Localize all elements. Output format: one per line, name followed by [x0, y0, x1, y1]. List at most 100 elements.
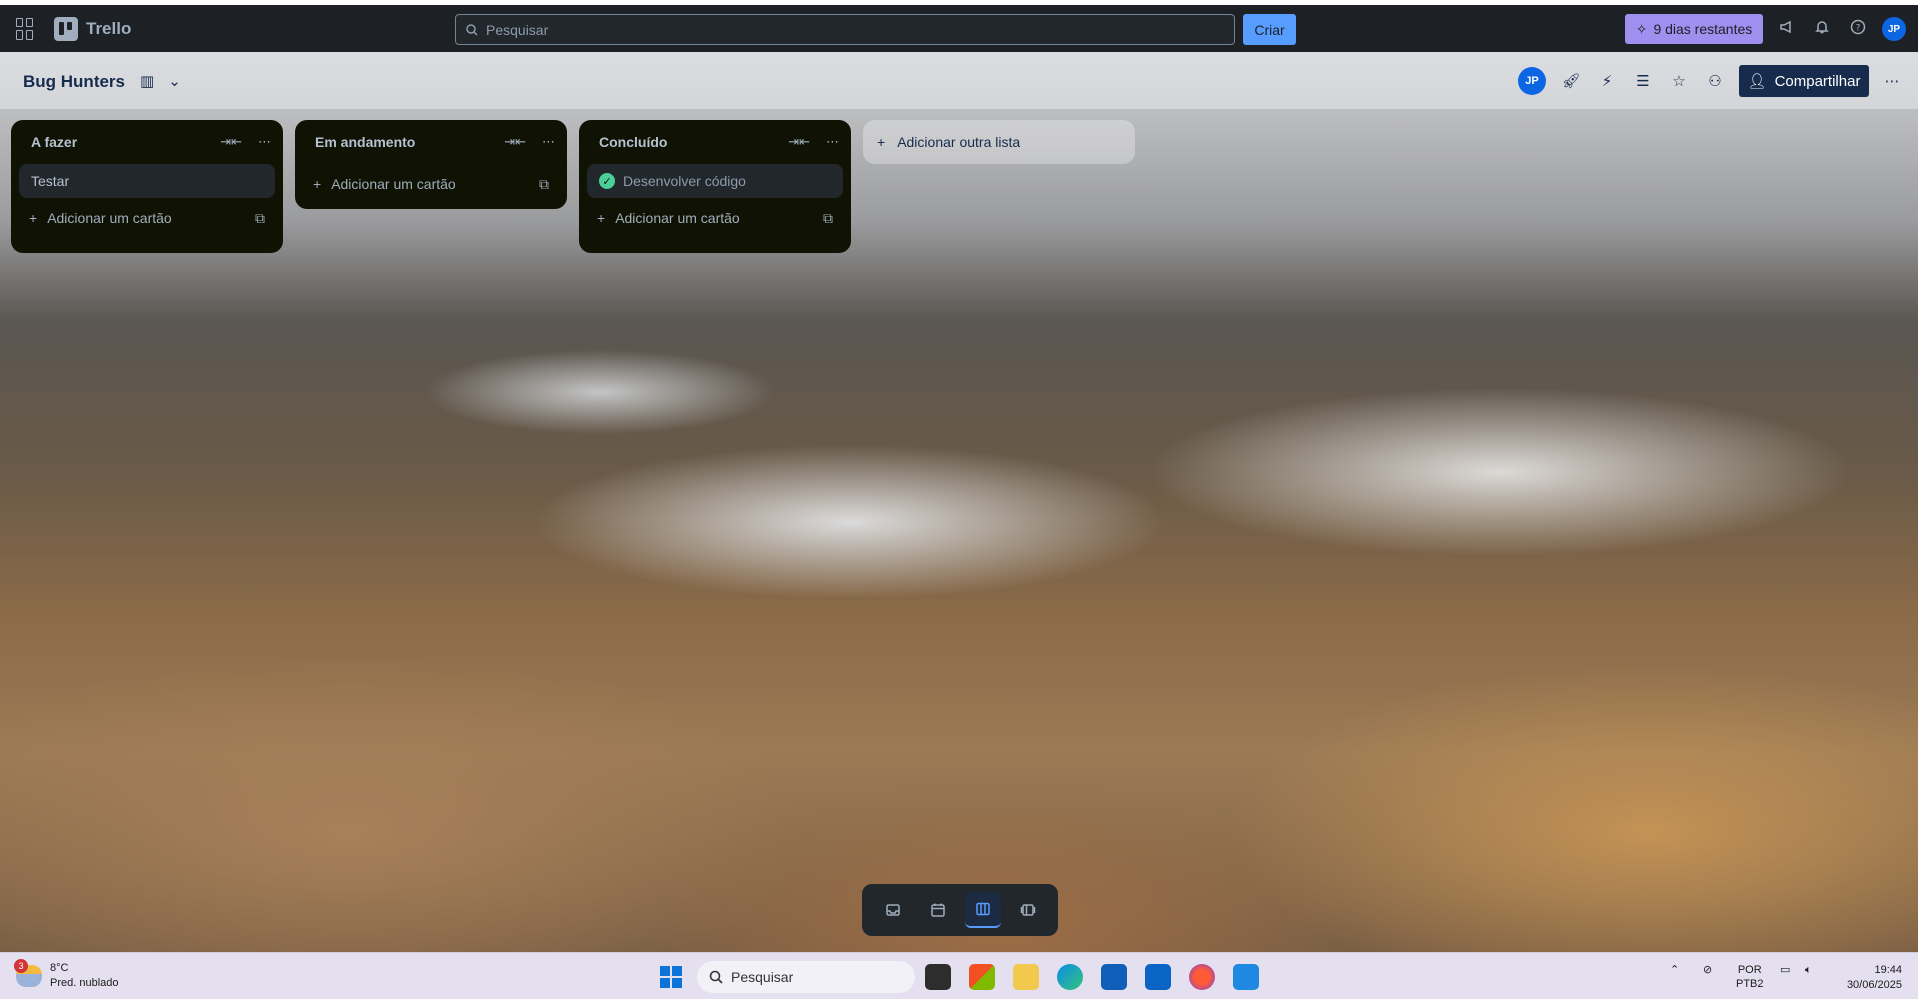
check-complete-icon[interactable]: ✓ — [599, 173, 615, 189]
share-label: Compartilhar — [1774, 72, 1861, 90]
collapse-icon[interactable]: ⇥⇤ — [504, 134, 526, 150]
system-clock[interactable]: 19:44 30/06/2025 — [1830, 963, 1902, 993]
list-header: Concluído ⇥⇤ ⋯ — [579, 120, 851, 164]
collapse-icon[interactable]: ⇥⇤ — [788, 134, 810, 150]
add-card-label: Adicionar um cartão — [615, 210, 740, 226]
board-view-icon: ▥ — [140, 73, 155, 90]
plus-icon: + — [877, 134, 886, 150]
search-placeholder: Pesquisar — [486, 21, 549, 38]
chevron-down-icon: ⌄ — [168, 73, 181, 90]
add-card-label: Adicionar um cartão — [47, 210, 172, 226]
task-view-icon[interactable] — [925, 964, 951, 990]
add-user-icon: 👤︎ — [1747, 73, 1767, 90]
trial-label: 9 dias restantes — [1653, 21, 1753, 37]
show-hidden-icons-icon[interactable]: ⌃ — [1670, 963, 1679, 977]
firefox-icon[interactable] — [1189, 964, 1215, 990]
microsoft-store-icon[interactable] — [1101, 964, 1127, 990]
list-title[interactable]: A fazer — [31, 134, 77, 150]
taskbar-search-label: Pesquisar — [731, 969, 794, 985]
add-list-button[interactable]: + Adicionar outra lista — [863, 120, 1135, 164]
sparkle-icon: ✧ — [1635, 20, 1648, 37]
view-switcher — [862, 884, 1058, 936]
search-icon — [709, 970, 723, 984]
template-icon[interactable]: ⧉ — [255, 210, 265, 227]
trello-logo-icon — [54, 16, 78, 41]
network-offline-icon[interactable]: ⊘ — [1703, 963, 1712, 977]
weather-description: Pred. nublado — [50, 977, 119, 989]
board-title[interactable]: Bug Hunters — [23, 72, 125, 92]
search-input[interactable]: Pesquisar — [455, 14, 1235, 45]
language-code: POR — [1737, 964, 1762, 976]
vscode-icon[interactable] — [1233, 964, 1259, 990]
keyboard-layout: PTB2 — [1736, 978, 1764, 990]
plus-icon: + — [313, 176, 322, 192]
board-member-avatar[interactable]: JP — [1518, 67, 1546, 95]
more-icon[interactable]: ⋯ — [542, 134, 555, 150]
add-list-label: Adicionar outra lista — [897, 134, 1021, 150]
display-icon[interactable]: ▭ — [1780, 963, 1790, 977]
create-button[interactable]: Criar — [1243, 14, 1296, 45]
plus-icon: + — [29, 210, 38, 226]
trial-button[interactable]: ✧ 9 dias restantes — [1625, 14, 1763, 44]
list-a-fazer: A fazer ⇥⇤ ⋯ Testar + Adicionar um cartão… — [11, 120, 283, 253]
power-ups-icon[interactable]: 🚀︎ — [1561, 72, 1581, 92]
card-title: Testar — [31, 173, 70, 189]
more-icon[interactable]: ⋯ — [826, 134, 839, 150]
trello-logo[interactable]: Trello — [54, 16, 132, 41]
user-avatar[interactable]: JP — [1882, 17, 1906, 41]
board-background-image — [0, 52, 1918, 952]
volume-icon[interactable]: 🔈︎ — [1805, 963, 1812, 977]
app-name: Trello — [86, 18, 132, 38]
clock-date: 30/06/2025 — [1846, 979, 1902, 991]
filter-icon[interactable]: ☰ — [1633, 72, 1653, 92]
more-icon[interactable]: ⋯ — [1882, 72, 1902, 92]
search-icon — [466, 23, 478, 36]
calendar-icon[interactable] — [920, 892, 956, 928]
outlook-icon[interactable] — [1145, 964, 1171, 990]
inbox-icon[interactable] — [875, 892, 911, 928]
board-icon[interactable] — [964, 892, 1001, 928]
more-icon[interactable]: ⋯ — [258, 134, 271, 150]
template-icon[interactable]: ⧉ — [823, 210, 833, 227]
microsoft-365-icon[interactable] — [969, 964, 995, 990]
card[interactable]: Testar — [19, 164, 275, 198]
help-icon[interactable]: ? — [1848, 19, 1868, 39]
windows-taskbar: 3 8°C Pred. nublado Pesquisar ⌃ ⊘ POR PT… — [0, 952, 1918, 999]
edge-icon[interactable] — [1057, 964, 1083, 990]
card-title: Desenvolver código — [623, 173, 746, 189]
star-icon[interactable]: ☆ — [1669, 72, 1689, 92]
taskbar-search[interactable]: Pesquisar — [697, 961, 915, 993]
board-header: Bug Hunters ▥ ⌄ JP 🚀︎ ⚡︎ ☰ ☆ ⚇ 👤︎ Compar… — [0, 52, 1918, 109]
plus-icon: + — [597, 210, 606, 226]
collapse-icon[interactable]: ⇥⇤ — [220, 134, 242, 150]
language-indicator[interactable]: POR PTB2 — [1736, 963, 1764, 991]
file-explorer-icon[interactable] — [1013, 964, 1039, 990]
notification-badge: 3 — [14, 959, 28, 973]
add-card-button[interactable]: + Adicionar um cartão ⧉ — [11, 198, 283, 238]
list-concluido: Concluído ⇥⇤ ⋯ ✓ Desenvolver código + Adi… — [579, 120, 851, 253]
cloudy-weather-icon: 3 — [14, 959, 42, 987]
add-card-button[interactable]: + Adicionar um cartão ⧉ — [295, 164, 567, 204]
app-switcher-icon[interactable] — [16, 17, 38, 40]
megaphone-icon[interactable] — [1777, 19, 1797, 39]
list-header: A fazer ⇥⇤ ⋯ — [11, 120, 283, 164]
weather-temperature: 8°C — [50, 962, 69, 974]
share-button[interactable]: 👤︎ Compartilhar — [1739, 65, 1869, 97]
windows-start-icon[interactable] — [660, 966, 682, 988]
clock-time: 19:44 — [1874, 964, 1902, 976]
switch-boards-icon[interactable] — [1010, 892, 1046, 928]
add-card-button[interactable]: + Adicionar um cartão ⧉ — [579, 198, 851, 238]
add-card-label: Adicionar um cartão — [331, 176, 456, 192]
list-header: Em andamento ⇥⇤ ⋯ — [295, 120, 567, 164]
list-title[interactable]: Concluído — [599, 134, 667, 150]
card[interactable]: ✓ Desenvolver código — [587, 164, 843, 198]
weather-widget[interactable]: 3 8°C Pred. nublado — [14, 959, 119, 991]
svg-text:?: ? — [1856, 24, 1861, 34]
template-icon[interactable]: ⧉ — [539, 176, 549, 193]
bell-icon[interactable] — [1812, 19, 1832, 39]
visibility-icon[interactable]: ⚇ — [1705, 72, 1725, 92]
automation-icon[interactable]: ⚡︎ — [1597, 72, 1617, 92]
board-view-selector[interactable]: ▥ ⌄ — [140, 72, 181, 90]
list-title[interactable]: Em andamento — [315, 134, 415, 150]
list-em-andamento: Em andamento ⇥⇤ ⋯ + Adicionar um cartão ⧉ — [295, 120, 567, 209]
